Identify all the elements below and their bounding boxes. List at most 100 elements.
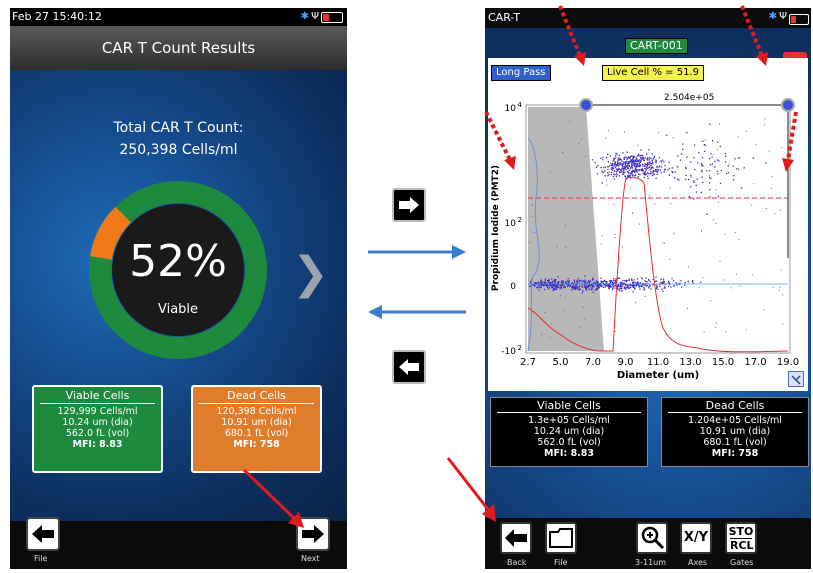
- x-tick-label: 19.0: [777, 357, 799, 368]
- scatter-point: [546, 280, 549, 282]
- scatter-point: [642, 285, 644, 287]
- scatter-point: [625, 288, 627, 290]
- scatter-point: [662, 278, 665, 280]
- scatter-point: [556, 245, 558, 247]
- scatter-point: [638, 286, 640, 288]
- axes-button[interactable]: X/Y: [680, 522, 712, 554]
- dead-cells-card[interactable]: Dead Cells 1.204e+05 Cells/ml 10.91 um (…: [661, 397, 809, 467]
- bluetooth-icon: ✱: [300, 11, 309, 22]
- scatter-point: [644, 296, 646, 297]
- scatter-point: [592, 291, 594, 293]
- scatter-point: [618, 289, 620, 291]
- scatter-point: [577, 288, 580, 290]
- scatter-point: [588, 279, 590, 282]
- page-title: CAR T Count Results: [10, 26, 347, 70]
- scatter-point: [611, 289, 614, 291]
- scatter-point: [540, 280, 541, 282]
- scatter-point: [730, 287, 732, 289]
- total-count-label: Total CAR T Count:: [113, 120, 244, 136]
- scatter-point: [655, 280, 658, 282]
- scatter-point: [536, 282, 538, 284]
- annotation-arrow-gate-left: [558, 5, 582, 57]
- scatter-point: [782, 323, 784, 325]
- scatter-point: [573, 280, 576, 282]
- arrow-left-icon: [399, 359, 419, 375]
- scatter-point: [585, 285, 588, 287]
- scatter-point: [551, 286, 553, 289]
- file-button[interactable]: [26, 517, 60, 551]
- scatter-point: [715, 327, 717, 329]
- scatter-point: [557, 276, 559, 278]
- scatter-point: [578, 285, 580, 287]
- gates-button[interactable]: STO RCL: [725, 522, 757, 554]
- scatter-point: [778, 289, 780, 291]
- scatter-point: [631, 279, 633, 281]
- scatter-point: [600, 280, 602, 282]
- scatter-point: [574, 281, 576, 283]
- scatter-point: [614, 287, 616, 289]
- scatter-point: [582, 306, 584, 308]
- scatter-point: [528, 285, 531, 287]
- scatter-point: [613, 286, 615, 288]
- scatter-point: [584, 281, 586, 283]
- viable-cells-card[interactable]: Viable Cells 1.3e+05 Cells/ml 10.24 um (…: [490, 397, 648, 467]
- scatter-point: [588, 282, 590, 284]
- scatter-point: [580, 285, 582, 287]
- scatter-point: [617, 288, 619, 290]
- gates-recall-text: RCL: [730, 538, 754, 552]
- scatter-point: [780, 209, 781, 211]
- scatter-point: [582, 281, 584, 283]
- viable-cells-card[interactable]: Viable Cells 129,999 Cells/ml 10.24 um (…: [32, 385, 163, 473]
- chevron-right-icon[interactable]: ❯: [292, 248, 329, 299]
- scatter-point: [664, 242, 666, 244]
- scatter-point: [559, 284, 561, 286]
- scatter-point: [537, 281, 540, 283]
- scatter-point: [602, 281, 604, 283]
- scatter-point: [563, 285, 566, 288]
- scatter-point: [715, 322, 717, 324]
- annotation-arrow-gate-right: [740, 5, 764, 57]
- file-button[interactable]: [545, 522, 577, 554]
- scatter-point: [592, 277, 594, 279]
- scatter-point: [725, 331, 727, 333]
- scatter-point: [582, 280, 584, 282]
- scatter-point: [586, 281, 589, 283]
- scatter-point: [631, 278, 633, 280]
- scatter-point: [702, 276, 704, 278]
- scatter-point: [539, 286, 541, 288]
- scatter-point: [643, 287, 645, 289]
- scatter-point: [615, 278, 617, 280]
- viable-card-count: 129,999 Cells/ml: [57, 406, 138, 417]
- viable-card-title: Viable Cells: [497, 398, 641, 413]
- scatter-point: [538, 289, 540, 291]
- scatter-point: [649, 281, 652, 283]
- x-tick-label: 13.0: [679, 357, 701, 368]
- file-label: File: [554, 558, 568, 567]
- forward-arrow-icon-box: [392, 188, 426, 222]
- x-axis-label: Diameter (um): [617, 370, 699, 381]
- axes-label: Axes: [688, 558, 708, 567]
- viable-card-volume: 562.0 fL (vol): [537, 437, 601, 448]
- scatter-point: [564, 296, 566, 298]
- transition-arrow-back: [368, 305, 466, 319]
- scatter-point: [622, 279, 624, 282]
- scatter-point: [531, 204, 533, 206]
- scatter-point: [672, 280, 675, 282]
- folder-icon: [549, 528, 573, 548]
- scatter-point: [577, 278, 579, 280]
- scatter-point: [555, 286, 557, 289]
- reset-zoom-icon[interactable]: [788, 371, 804, 387]
- scatter-point: [592, 286, 594, 289]
- scatter-point: [615, 331, 617, 332]
- scatter-point: [648, 278, 650, 281]
- scatter-point: [571, 289, 573, 291]
- scatter-point: [561, 280, 563, 282]
- scatter-point: [655, 287, 657, 290]
- scatter-point: [543, 288, 546, 291]
- back-label: Back: [507, 558, 527, 567]
- x-tick-label: 9.0: [618, 357, 634, 368]
- scatter-point: [698, 287, 700, 289]
- scatter-point: [574, 285, 576, 287]
- zoom-button[interactable]: [636, 522, 668, 554]
- scatter-point: [653, 203, 655, 205]
